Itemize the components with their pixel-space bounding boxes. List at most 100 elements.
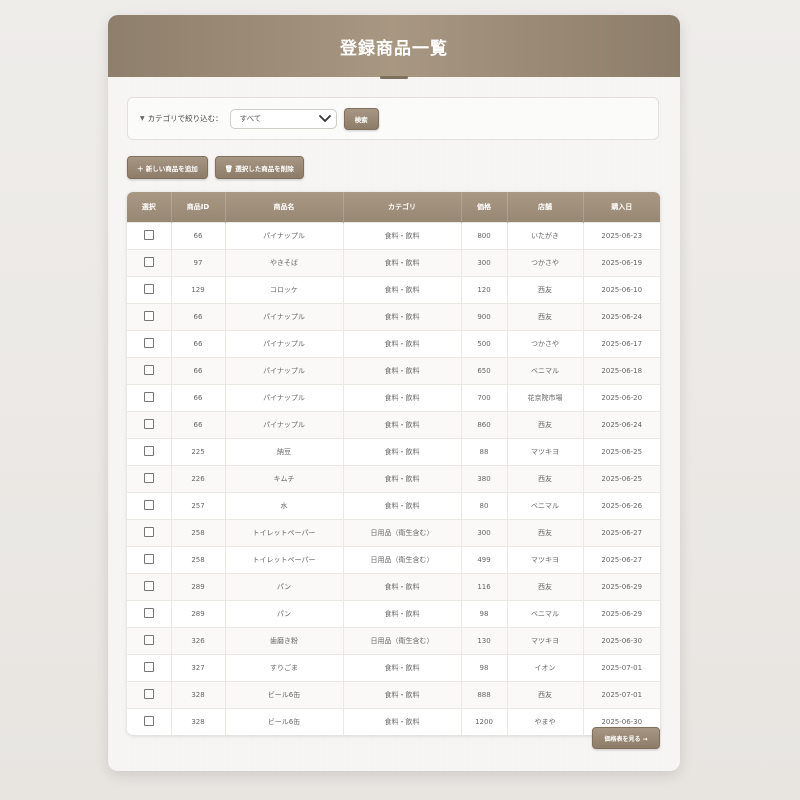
cell-category: 食料・飲料 <box>343 681 462 709</box>
cell-store: つかさや <box>507 330 584 358</box>
cell-purchase-date: 2025-06-27 <box>583 546 660 574</box>
table-row: 66 パイナップル 食料・飲料 500 つかさや 2025-06-17 <box>127 330 660 358</box>
table-row: 225 納豆 食料・飲料 88 マツキヨ 2025-06-25 <box>127 438 660 466</box>
cell-price: 650 <box>461 357 508 385</box>
cell-category: 食料・飲料 <box>343 600 462 628</box>
cell-product-id: 66 <box>171 384 226 412</box>
cell-select <box>127 681 172 709</box>
cell-store: やまや <box>507 708 584 735</box>
cell-product-id: 289 <box>171 600 226 628</box>
header-purchase-date: 購入日 <box>583 192 660 223</box>
cell-select <box>127 330 172 358</box>
table-row: 328 ビール6缶 食料・飲料 1200 やまや 2025-06-30 <box>127 708 660 735</box>
row-checkbox[interactable] <box>143 553 154 564</box>
cell-purchase-date: 2025-06-29 <box>583 600 660 628</box>
row-checkbox[interactable] <box>143 445 154 456</box>
cell-price: 98 <box>461 600 508 628</box>
row-checkbox[interactable] <box>143 229 154 240</box>
row-checkbox[interactable] <box>143 418 154 429</box>
row-checkbox[interactable] <box>143 634 154 645</box>
row-checkbox[interactable] <box>143 715 154 726</box>
cell-product-id: 258 <box>171 546 226 574</box>
cell-product-name: 水 <box>225 492 344 520</box>
header-select: 選択 <box>127 192 172 223</box>
cell-store: ベニマル <box>507 600 584 628</box>
row-checkbox[interactable] <box>143 661 154 672</box>
cell-product-id: 66 <box>171 330 226 358</box>
cell-product-id: 66 <box>171 303 226 331</box>
table-row: 289 パン 食料・飲料 98 ベニマル 2025-06-29 <box>127 600 660 628</box>
cell-category: 食料・飲料 <box>343 654 462 682</box>
cell-product-name: パン <box>225 573 344 601</box>
cell-store: 西友 <box>507 465 584 493</box>
cell-category: 食料・飲料 <box>343 708 462 735</box>
cell-purchase-date: 2025-06-30 <box>583 627 660 655</box>
cell-purchase-date: 2025-06-20 <box>583 384 660 412</box>
cell-purchase-date: 2025-06-10 <box>583 276 660 304</box>
table-row: 129 コロッケ 食料・飲料 120 西友 2025-06-10 <box>127 276 660 304</box>
cell-price: 500 <box>461 330 508 358</box>
cell-purchase-date: 2025-06-26 <box>583 492 660 520</box>
view-price-table-button[interactable]: 価格表を見る → <box>592 727 660 749</box>
header-product-id: 商品ID <box>171 192 226 223</box>
cell-store: 西友 <box>507 303 584 331</box>
cell-product-id: 226 <box>171 465 226 493</box>
table-row: 66 パイナップル 食料・飲料 800 いたがき 2025-06-23 <box>127 222 660 250</box>
cell-product-id: 289 <box>171 573 226 601</box>
row-checkbox[interactable] <box>143 472 154 483</box>
row-checkbox[interactable] <box>143 499 154 510</box>
table-row: 66 パイナップル 食料・飲料 700 花京院市場 2025-06-20 <box>127 384 660 412</box>
row-checkbox[interactable] <box>143 391 154 402</box>
cell-price: 888 <box>461 681 508 709</box>
cell-category: 食料・飲料 <box>343 276 462 304</box>
cell-product-name: パイナップル <box>225 330 344 358</box>
delete-selected-button[interactable]: 🗑 選択した商品を削除 <box>214 156 304 179</box>
cell-price: 120 <box>461 276 508 304</box>
row-checkbox[interactable] <box>143 310 154 321</box>
cell-store: つかさや <box>507 249 584 277</box>
cell-purchase-date: 2025-06-17 <box>583 330 660 358</box>
page-title: 登録商品一覧 <box>340 38 448 59</box>
row-checkbox[interactable] <box>143 688 154 699</box>
cell-category: 食料・飲料 <box>343 330 462 358</box>
row-checkbox[interactable] <box>143 526 154 537</box>
cell-select <box>127 384 172 412</box>
cell-purchase-date: 2025-06-23 <box>583 222 660 250</box>
cell-product-name: コロッケ <box>225 276 344 304</box>
filter-triangle-icon: ▼ <box>140 115 145 122</box>
cell-store: 花京院市場 <box>507 384 584 412</box>
cell-select <box>127 546 172 574</box>
add-product-button[interactable]: ＋ 新しい商品を追加 <box>127 156 208 179</box>
row-checkbox[interactable] <box>143 283 154 294</box>
cell-price: 300 <box>461 519 508 547</box>
table-body: 66 パイナップル 食料・飲料 800 いたがき 2025-06-23 97 やきそば 食料・飲… <box>127 222 660 735</box>
cell-product-id: 97 <box>171 249 226 277</box>
row-checkbox[interactable] <box>143 580 154 591</box>
table-row: 66 パイナップル 食料・飲料 650 ベニマル 2025-06-18 <box>127 357 660 385</box>
cell-category: 食料・飲料 <box>343 573 462 601</box>
cell-category: 日用品（衛生含む） <box>343 546 462 574</box>
cell-product-id: 66 <box>171 411 226 439</box>
cell-category: 食料・飲料 <box>343 357 462 385</box>
search-button[interactable]: 検索 <box>343 107 379 130</box>
cell-product-name: ビール6缶 <box>225 681 344 709</box>
table-row: 257 水食料・飲料 80 ベニマル 2025-06-26 <box>127 492 660 520</box>
cell-product-name: パイナップル <box>225 411 344 439</box>
cell-price: 380 <box>461 465 508 493</box>
cell-select <box>127 438 172 466</box>
filter-label: ▼ カテゴリで絞り込む： <box>140 113 223 124</box>
cell-purchase-date: 2025-06-24 <box>583 303 660 331</box>
cell-select <box>127 357 172 385</box>
row-checkbox[interactable] <box>143 607 154 618</box>
cell-purchase-date: 2025-06-25 <box>583 465 660 493</box>
row-checkbox[interactable] <box>143 256 154 267</box>
row-checkbox[interactable] <box>143 337 154 348</box>
cell-price: 80 <box>461 492 508 520</box>
cell-store: マツキヨ <box>507 438 584 466</box>
cell-purchase-date: 2025-06-25 <box>583 438 660 466</box>
table-row: 258 トイレットペーパー 日用品（衛生含む） 499 マツキヨ 2025-06-27 <box>127 546 660 574</box>
row-checkbox[interactable] <box>143 364 154 375</box>
cell-product-name: パイナップル <box>225 303 344 331</box>
category-select[interactable]: すべて <box>229 108 337 129</box>
cell-store: 西友 <box>507 519 584 547</box>
